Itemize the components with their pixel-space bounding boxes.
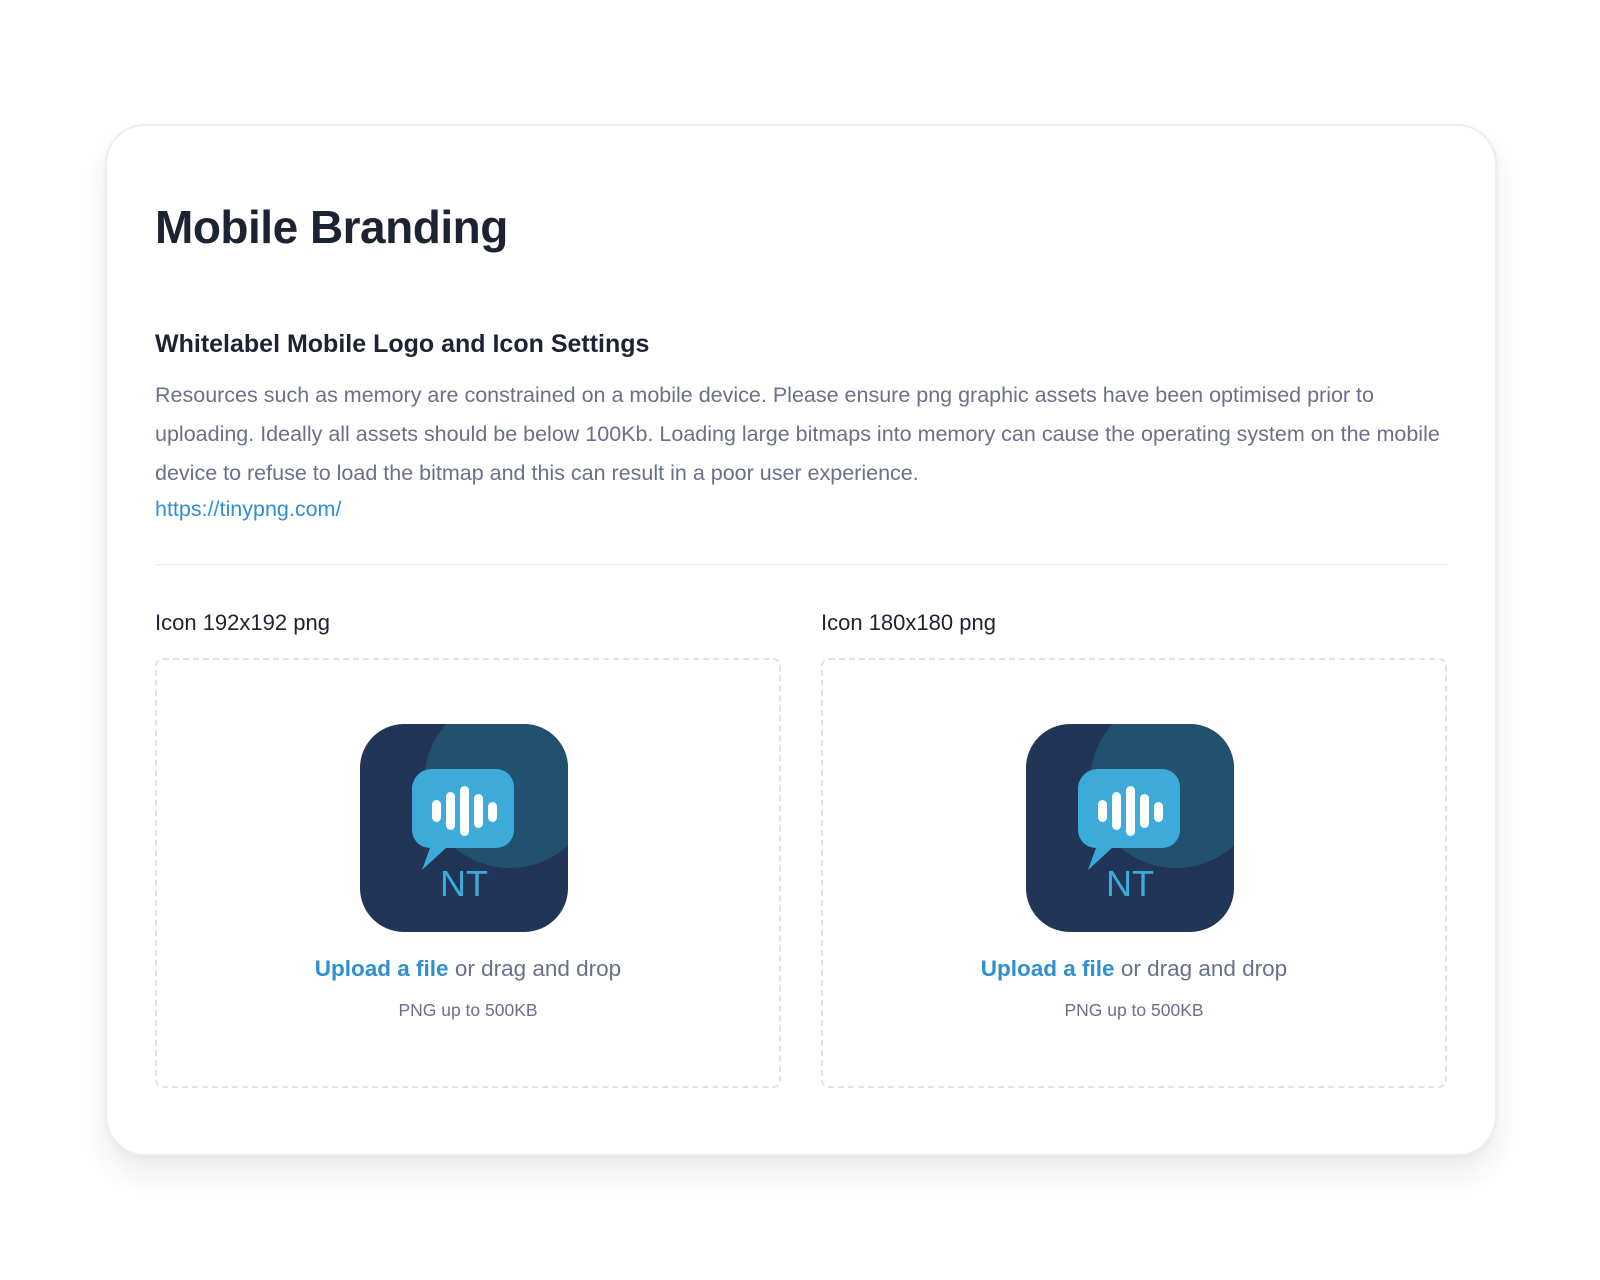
section-description: Resources such as memory are constrained… — [155, 383, 1440, 485]
page-title: Mobile Branding — [155, 201, 508, 253]
file-hint: PNG up to 500KB — [1064, 1000, 1204, 1020]
upload-file-link[interactable]: Upload a file — [315, 956, 449, 981]
icon-180-dropzone[interactable]: NT Upload a file or drag and drop PNG up… — [821, 658, 1447, 1088]
upload-instructions: Upload a file or drag and drop — [157, 956, 779, 982]
upload-instructions: Upload a file or drag and drop — [823, 956, 1445, 982]
section-title: Whitelabel Mobile Logo and Icon Settings — [155, 330, 650, 358]
preview-logo-text: NT — [440, 863, 488, 904]
preview-logo-text: NT — [1106, 863, 1154, 904]
icon-180-label: Icon 180x180 png — [821, 610, 996, 635]
icon-192-label: Icon 192x192 png — [155, 610, 330, 635]
chat-bubble-soundwave-logo-icon: NT — [360, 724, 568, 932]
upload-file-link[interactable]: Upload a file — [981, 956, 1115, 981]
drag-drop-text: or drag and drop — [1114, 956, 1288, 981]
tinypng-link[interactable]: https://tinypng.com/ — [155, 490, 341, 529]
file-hint: PNG up to 500KB — [398, 1000, 538, 1020]
drag-drop-text: or drag and drop — [448, 956, 622, 981]
section-divider — [155, 564, 1447, 565]
chat-bubble-soundwave-logo-icon: NT — [1026, 724, 1234, 932]
icon-192-dropzone[interactable]: NT Upload a file or drag and drop PNG up… — [155, 658, 781, 1088]
mobile-branding-card: Mobile Branding Whitelabel Mobile Logo a… — [105, 124, 1497, 1156]
